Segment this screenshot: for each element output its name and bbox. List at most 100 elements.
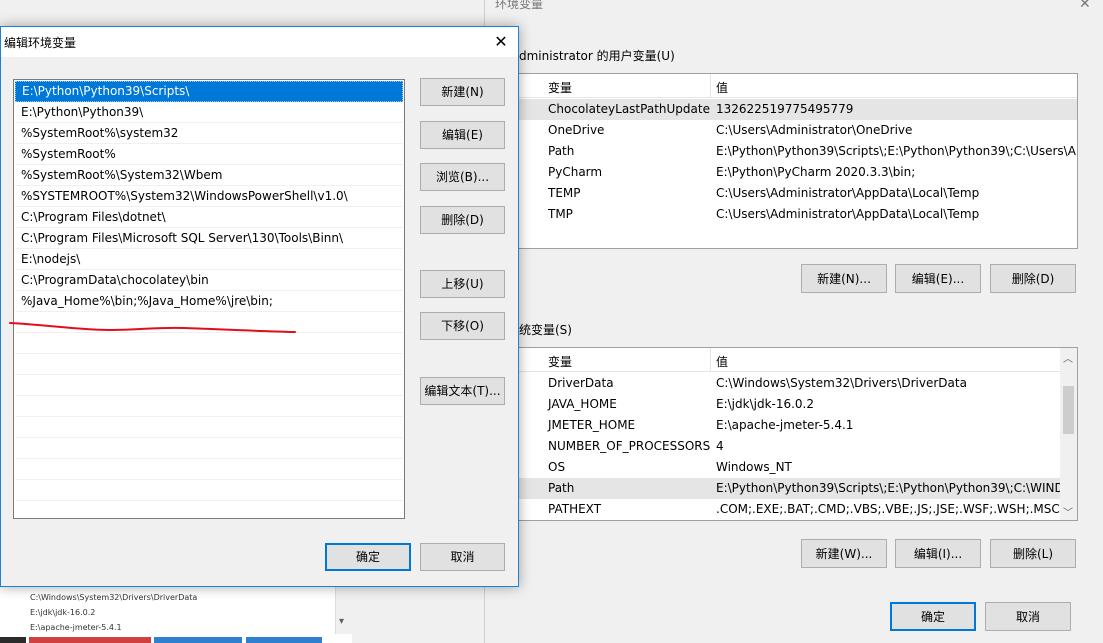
system-variables-group-label: 统变量(S) [519, 323, 572, 337]
variable-name: TMP [548, 207, 573, 221]
variable-value: C:\Users\Administrator\OneDrive [716, 123, 913, 137]
system-variables-scrollbar[interactable]: ︿ ﹀ [1060, 348, 1077, 520]
empty-row [15, 438, 403, 459]
path-entry[interactable]: E:\nodejs\ [15, 249, 403, 270]
scroll-up-icon[interactable]: ︿ [1063, 350, 1073, 365]
path-entry[interactable]: E:\Python\Python39\Scripts\ [15, 81, 403, 102]
move-down-button[interactable]: 下移(O) [420, 312, 505, 340]
system-variable-row[interactable]: NUMBER_OF_PROCESSORS 4 [515, 436, 1077, 457]
scroll-down-icon[interactable]: ﹀ [1063, 504, 1073, 519]
user-variables-group-label: dministrator 的用户变量(U) [519, 49, 675, 63]
column-header-value[interactable]: 值 [716, 79, 728, 96]
empty-row [15, 354, 403, 375]
variable-value: C:\Users\Administrator\AppData\Local\Tem… [716, 186, 980, 200]
variable-value: E:\Python\Python39\Scripts\;E:\Python\Py… [716, 481, 1061, 495]
browse-button[interactable]: 浏览(B)... [420, 163, 505, 191]
path-entry[interactable]: C:\ProgramData\chocolatey\bin [15, 270, 403, 291]
column-header-variable[interactable]: 变量 [548, 79, 572, 96]
dialog-cancel-button[interactable]: 取消 [420, 543, 505, 571]
system-variable-row[interactable]: JMETER_HOME E:\apache-jmeter-5.4.1 [515, 415, 1077, 436]
dialog-ok-button[interactable]: 确定 [325, 543, 411, 571]
variable-name: Path [548, 144, 575, 158]
taskbar-chip [0, 637, 26, 643]
edit-text-button[interactable]: 编辑文本(T)... [420, 377, 505, 405]
user-variable-row[interactable]: TEMP C:\Users\Administrator\AppData\Loca… [515, 183, 1077, 204]
red-annotation-underline [9, 322, 296, 333]
system-variable-row[interactable]: Path E:\Python\Python39\Scripts\;E:\Pyth… [515, 478, 1077, 499]
edit-environment-variable-dialog: 编辑环境变量 ✕ E:\Python\Python39\Scripts\ E:\… [0, 26, 519, 587]
path-entry-text: E:\Python\Python39\ [21, 105, 144, 119]
variable-name: PyCharm [548, 165, 603, 179]
empty-row [15, 333, 403, 354]
variable-name: OneDrive [548, 123, 605, 137]
variable-value: 4 [716, 439, 724, 453]
path-entry-text: C:\Program Files\Microsoft SQL Server\13… [21, 231, 344, 245]
column-header-variable[interactable]: 变量 [548, 353, 572, 370]
user-variable-row[interactable]: PyCharm E:\Python\PyCharm 2020.3.3\bin; [515, 162, 1077, 183]
path-entry-text: %Java_Home%\bin;%Java_Home%\jre\bin; [21, 294, 273, 308]
user-variable-row[interactable]: ChocolateyLastPathUpdate 132622519775495… [515, 99, 1077, 120]
taskbar-chip [246, 637, 322, 643]
variable-name: NUMBER_OF_PROCESSORS [548, 439, 711, 453]
scroll-down-icon: ▾ [339, 616, 345, 627]
dialog-titlebar[interactable]: 编辑环境变量 ✕ [1, 27, 518, 57]
edit-path-button[interactable]: 编辑(E) [420, 121, 505, 149]
path-entry[interactable]: %Java_Home%\bin;%Java_Home%\jre\bin; [15, 291, 403, 312]
variable-value: E:\Python\Python39\Scripts\;E:\Python\Py… [716, 144, 1076, 158]
variable-name: OS [548, 460, 566, 474]
path-entry[interactable]: %SystemRoot%\System32\Wbem [15, 165, 403, 186]
system-delete-button[interactable]: 删除(L) [990, 539, 1076, 568]
path-entry-text: C:\ProgramData\chocolatey\bin [21, 273, 209, 287]
env-window-title: 环境变量 [495, 0, 544, 11]
user-edit-button[interactable]: 编辑(E)... [895, 264, 981, 293]
move-up-button[interactable]: 上移(U) [420, 270, 505, 298]
user-variable-row[interactable]: Path E:\Python\Python39\Scripts\;E:\Pyth… [515, 141, 1077, 162]
path-entry-text: %SystemRoot%\system32 [21, 126, 179, 140]
system-variable-row[interactable]: PATHEXT .COM;.EXE;.BAT;.CMD;.VBS;.VBE;.J… [515, 499, 1077, 520]
user-delete-button[interactable]: 删除(D) [990, 264, 1076, 293]
path-entry[interactable]: C:\Program Files\Microsoft SQL Server\13… [15, 228, 403, 249]
env-cancel-button[interactable]: 取消 [985, 602, 1071, 631]
variable-name: JMETER_HOME [548, 418, 636, 432]
environment-variables-window: 环境变量 ✕ dministrator 的用户变量(U) 变量 值 Chocol… [484, 0, 1103, 643]
user-variables-list[interactable]: 变量 值 ChocolateyLastPathUpdate 1326225197… [514, 73, 1078, 249]
delete-path-button[interactable]: 删除(D) [420, 206, 505, 234]
new-path-button[interactable]: 新建(N) [420, 78, 505, 106]
path-entries-list[interactable]: E:\Python\Python39\Scripts\ E:\Python\Py… [13, 79, 405, 519]
system-variables-header: 变量 值 [515, 348, 1077, 372]
path-entry-text: E:\nodejs\ [21, 252, 81, 266]
env-ok-button[interactable]: 确定 [890, 602, 976, 631]
system-edit-button[interactable]: 编辑(I)... [895, 539, 981, 568]
variable-name: JAVA_HOME [548, 397, 617, 411]
variable-value: C:\Users\Administrator\AppData\Local\Tem… [716, 207, 980, 221]
variable-name: Path [548, 481, 575, 495]
background-scrollbar: ▾ [335, 586, 352, 634]
close-icon[interactable]: ✕ [489, 31, 513, 53]
system-variables-list[interactable]: 变量 值 DriverData C:\Windows\System32\Driv… [514, 347, 1078, 521]
close-icon[interactable]: ✕ [1079, 0, 1091, 12]
path-entry[interactable]: %SYSTEMROOT%\System32\WindowsPowerShell\… [15, 186, 403, 207]
scrollbar-thumb[interactable] [1063, 386, 1074, 434]
variable-value: E:\Python\PyCharm 2020.3.3\bin; [716, 165, 916, 179]
empty-row [15, 417, 403, 438]
empty-row [15, 375, 403, 396]
variable-value: 132622519775495779 [716, 102, 854, 116]
taskbar-chip [154, 637, 242, 643]
path-entry[interactable]: %SystemRoot%\system32 [15, 123, 403, 144]
column-separator [710, 348, 711, 372]
path-entry[interactable]: C:\Program Files\dotnet\ [15, 207, 403, 228]
system-variable-row[interactable]: JAVA_HOME E:\jdk\jdk-16.0.2 [515, 394, 1077, 415]
user-new-button[interactable]: 新建(N)... [801, 264, 887, 293]
column-header-value[interactable]: 值 [716, 353, 728, 370]
user-variable-row[interactable]: TMP C:\Users\Administrator\AppData\Local… [515, 204, 1077, 225]
user-variable-row[interactable]: OneDrive C:\Users\Administrator\OneDrive [515, 120, 1077, 141]
system-new-button[interactable]: 新建(W)... [801, 539, 887, 568]
system-variable-row[interactable]: OS Windows_NT [515, 457, 1077, 478]
variable-name: TEMP [548, 186, 581, 200]
path-entry-text: %SystemRoot% [21, 147, 116, 161]
path-entry[interactable]: %SystemRoot% [15, 144, 403, 165]
column-separator [710, 74, 711, 98]
path-entry[interactable]: E:\Python\Python39\ [15, 102, 403, 123]
system-variable-row[interactable]: DriverData C:\Windows\System32\Drivers\D… [515, 373, 1077, 394]
variable-value: C:\Windows\System32\Drivers\DriverData [716, 376, 967, 390]
